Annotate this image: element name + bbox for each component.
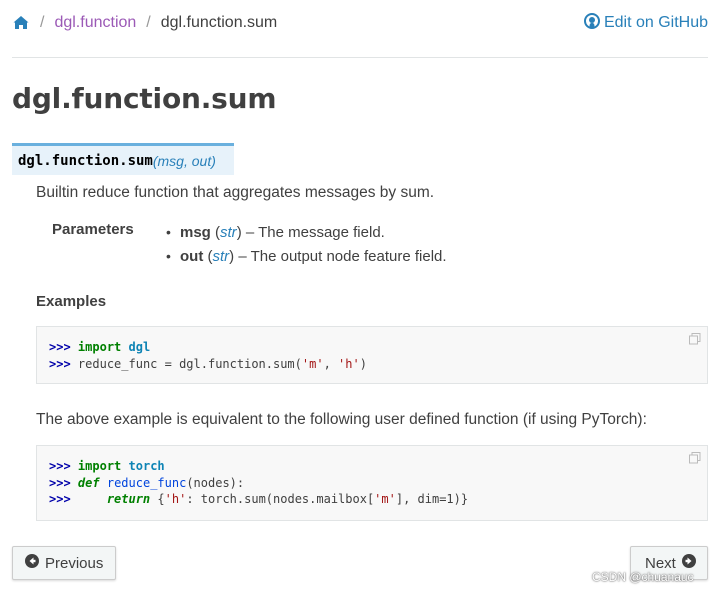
code-text: : torch.sum(nodes.mailbox[ xyxy=(186,492,375,506)
parameter-item: • out (str) – The output node feature fie… xyxy=(166,247,447,265)
previous-button[interactable]: Previous xyxy=(12,546,116,580)
github-icon xyxy=(583,12,600,34)
code-module: torch xyxy=(128,459,165,473)
function-description: Builtin reduce function that aggregates … xyxy=(36,184,435,201)
parameters-list: • msg (str) – The message field. • out (st… xyxy=(166,220,447,268)
code-text: reduce_func = dgl.function.sum( xyxy=(77,356,302,371)
code-prompt: >>> xyxy=(49,459,71,473)
code-text: , xyxy=(323,356,339,371)
copy-icon[interactable] xyxy=(689,333,701,345)
breadcrumb-separator: / xyxy=(146,14,151,31)
edit-on-github-link[interactable]: Edit on GitHub xyxy=(583,12,708,34)
parameters-label: Parameters xyxy=(52,221,134,238)
breadcrumb: / dgl.function / dgl.function.sum Edit o… xyxy=(12,10,708,36)
code-keyword: import xyxy=(77,459,122,473)
code-keyword: def xyxy=(77,475,100,490)
parameter-item: • msg (str) – The message field. xyxy=(166,223,385,241)
home-icon[interactable] xyxy=(12,14,30,32)
copy-icon[interactable] xyxy=(689,452,701,464)
code-module: dgl xyxy=(128,340,151,354)
param-name: msg xyxy=(180,223,211,241)
param-type-link[interactable]: str xyxy=(220,224,237,241)
code-text: (nodes): xyxy=(186,475,245,490)
page-title: dgl.function.sum xyxy=(12,82,277,115)
divider xyxy=(12,57,708,58)
code-block: >>> import dgl >>> reduce_func = dgl.fun… xyxy=(36,326,708,384)
breadcrumb-parent-link[interactable]: dgl.function xyxy=(54,14,136,32)
signature-name: dgl.function.sum xyxy=(18,152,153,169)
arrow-circle-left-icon xyxy=(25,554,39,572)
param-type-link[interactable]: str xyxy=(213,248,230,265)
watermark: CSDN @chuanauc xyxy=(592,570,694,584)
next-label: Next xyxy=(645,554,676,572)
code-string: 'm' xyxy=(301,356,324,371)
breadcrumb-separator: / xyxy=(40,14,45,31)
param-desc: – The output node feature field. xyxy=(238,247,447,265)
code-keyword: return xyxy=(106,492,151,506)
code-prompt: >>> xyxy=(49,356,71,371)
code-string: 'm' xyxy=(374,492,396,506)
equivalence-text: The above example is equivalent to the f… xyxy=(36,411,647,428)
code-text: ], dim=1)} xyxy=(395,492,469,506)
code-keyword: import xyxy=(77,340,122,354)
code-prompt: >>> xyxy=(49,340,71,354)
edit-on-github-label: Edit on GitHub xyxy=(603,14,708,31)
param-desc: – The message field. xyxy=(245,223,385,241)
signature-params: (msg, out) xyxy=(152,152,216,169)
previous-label: Previous xyxy=(45,554,104,572)
examples-heading: Examples xyxy=(36,293,107,310)
breadcrumb-current: dgl.function.sum xyxy=(160,14,278,31)
code-prompt: >>> xyxy=(49,475,71,490)
code-function-name: reduce_func xyxy=(106,475,187,490)
code-text: ) xyxy=(359,356,367,371)
code-text: { xyxy=(157,492,165,506)
param-name: out xyxy=(180,247,204,265)
function-signature: dgl.function.sum (msg, out) xyxy=(12,143,234,175)
code-prompt: >>> xyxy=(49,492,71,506)
code-string: 'h' xyxy=(164,492,187,506)
code-block: >>> import torch >>> def reduce_func(nod… xyxy=(36,445,708,521)
code-string: 'h' xyxy=(338,356,360,371)
